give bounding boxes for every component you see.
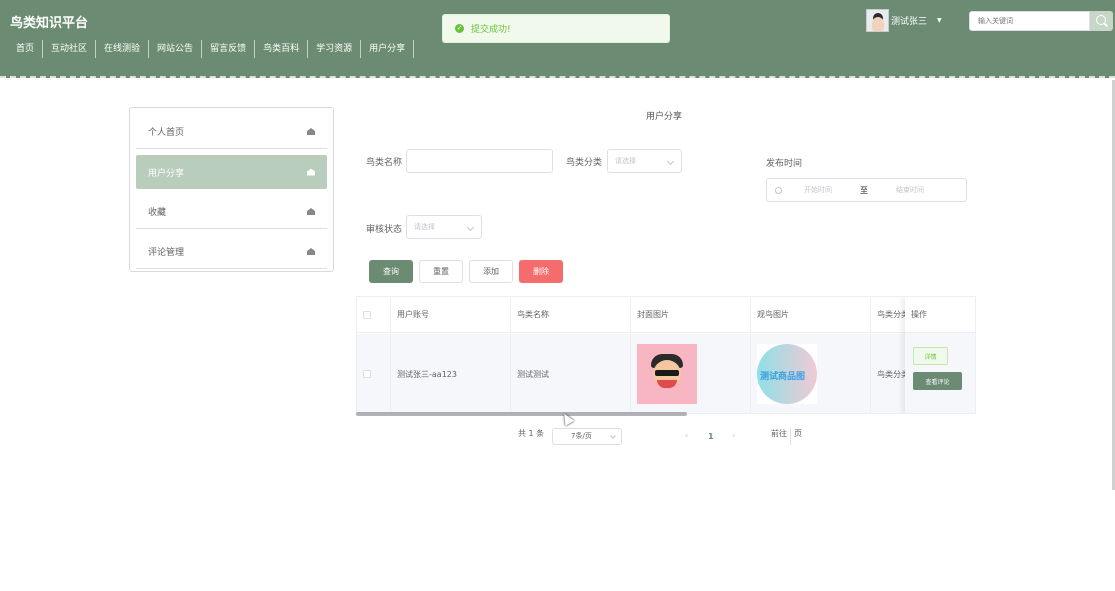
select-placeholder: 请选择 (414, 223, 435, 231)
home-icon (307, 248, 315, 255)
nav-item-feedback[interactable]: 留言反馈 (202, 40, 256, 58)
page-size-select[interactable]: 7条/页 (552, 428, 622, 445)
sidebar-item-label: 用户分享 (148, 168, 185, 179)
column-header: 操作 (905, 297, 975, 333)
column-header[interactable]: 封面图片 (631, 297, 751, 332)
actions-cell: 详情 查看评论 (905, 333, 975, 413)
table-horizontal-scrollbar[interactable] (356, 412, 687, 416)
start-time-input[interactable]: 开始时间 (804, 185, 832, 195)
search-input[interactable] (969, 11, 1090, 31)
nav-item-home[interactable]: 首页 (8, 40, 44, 58)
select-all-cell (357, 297, 391, 332)
success-toast: ✓ 提交成功! (442, 14, 670, 43)
clock-icon (775, 186, 782, 194)
select-all-checkbox[interactable] (363, 310, 371, 319)
sidebar-item-favorites[interactable]: 收藏 (136, 195, 327, 229)
review-status-select[interactable]: 请选择 (406, 215, 482, 239)
table-header: 用户账号 鸟类名称 封面图片 观鸟图片 鸟类分类 (357, 297, 975, 333)
sidebar-item-label: 收藏 (148, 208, 167, 218)
check-circle-icon: ✓ (455, 24, 464, 33)
user-menu[interactable]: 测试张三 ▼ (866, 9, 942, 32)
bird-name-input[interactable] (406, 149, 553, 173)
prev-page-icon[interactable]: ‹ (685, 431, 688, 440)
actions-column: 操作 详情 查看评论 (905, 297, 975, 413)
pagination-total: 共 1 条 (518, 429, 545, 438)
cover-image[interactable] (637, 344, 697, 404)
next-page-icon[interactable]: › (732, 431, 735, 440)
cell-cover-image (631, 334, 751, 413)
select-placeholder: 请选择 (615, 157, 636, 165)
bird-watch-image[interactable]: 测试商品图 (757, 344, 817, 404)
column-header[interactable]: 鸟类名称 (511, 297, 631, 332)
bird-name-label: 鸟类名称 (366, 158, 403, 168)
search-box (969, 11, 1113, 31)
sidebar-item-label: 个人首页 (148, 128, 185, 138)
goto-label: 前往 (771, 429, 787, 438)
table-row[interactable]: 测试张三-aa123 测试测试 测试商品图 鸟类分类 (357, 334, 975, 413)
toast-message: 提交成功! (471, 25, 511, 35)
home-icon (307, 168, 315, 176)
sidebar-item-profile[interactable]: 个人首页 (136, 115, 327, 149)
cartoon-mouth (657, 380, 677, 388)
range-separator: 至 (860, 185, 868, 195)
cartoon-glasses (655, 370, 679, 376)
sidebar-item-comments[interactable]: 评论管理 (136, 235, 327, 269)
publish-time-label: 发布时间 (766, 159, 803, 169)
nav-item-announcement[interactable]: 网站公告 (149, 40, 203, 58)
home-icon (307, 128, 315, 135)
search-icon[interactable] (1090, 11, 1113, 31)
avatar[interactable] (866, 9, 889, 32)
column-header[interactable]: 观鸟图片 (751, 297, 871, 332)
reset-button[interactable]: 重置 (419, 260, 463, 283)
cell-bird-name: 测试测试 (511, 334, 631, 413)
detail-button[interactable]: 详情 (913, 347, 948, 365)
chevron-down-icon (466, 223, 475, 232)
review-status-label: 审核状态 (366, 225, 403, 235)
chevron-down-icon (610, 433, 616, 439)
bird-category-label: 鸟类分类 (566, 158, 603, 168)
row-checkbox[interactable] (363, 370, 371, 378)
query-button[interactable]: 查询 (369, 260, 413, 283)
sidebar: 个人首页 用户分享 收藏 评论管理 (129, 107, 334, 272)
main-nav: 首页 互动社区 在线测验 网站公告 留言反馈 鸟类百科 学习资源 用户分享 (8, 40, 415, 58)
nav-item-encyclopedia[interactable]: 鸟类百科 (255, 40, 309, 58)
site-brand[interactable]: 鸟类知识平台 (10, 12, 88, 31)
nav-item-community[interactable]: 互动社区 (43, 40, 97, 58)
user-name[interactable]: 测试张三 (891, 14, 927, 27)
page-number[interactable]: 1 (708, 432, 714, 441)
sidebar-item-user-share[interactable]: 用户分享 (136, 155, 327, 189)
cell-account: 测试张三-aa123 (391, 334, 511, 413)
column-header[interactable]: 用户账号 (391, 297, 511, 332)
data-table: 用户账号 鸟类名称 封面图片 观鸟图片 鸟类分类 测试张三-aa123 测试测试… (356, 296, 976, 414)
image-caption: 测试商品图 (760, 372, 806, 382)
nav-item-resources[interactable]: 学习资源 (308, 40, 362, 58)
home-icon (307, 208, 315, 215)
view-comments-button[interactable]: 查看评论 (913, 372, 962, 390)
row-select-cell (357, 334, 391, 413)
chevron-down-icon (666, 157, 675, 166)
cell-watch-image: 测试商品图 (751, 334, 871, 413)
end-time-input[interactable]: 结束时间 (896, 185, 924, 195)
page-title: 用户分享 (646, 112, 683, 122)
add-button[interactable]: 添加 (469, 260, 513, 283)
bird-category-select[interactable]: 请选择 (607, 149, 682, 173)
nav-item-quiz[interactable]: 在线测验 (96, 40, 150, 58)
publish-time-range[interactable]: 开始时间 至 结束时间 (766, 178, 967, 202)
sidebar-item-label: 评论管理 (148, 248, 185, 258)
delete-button[interactable]: 删除 (519, 260, 563, 283)
chevron-down-icon[interactable]: ▼ (937, 17, 942, 24)
goto-suffix: 页 (794, 429, 802, 438)
nav-item-user-share[interactable]: 用户分享 (361, 40, 415, 58)
page-size-value: 7条/页 (571, 432, 592, 440)
